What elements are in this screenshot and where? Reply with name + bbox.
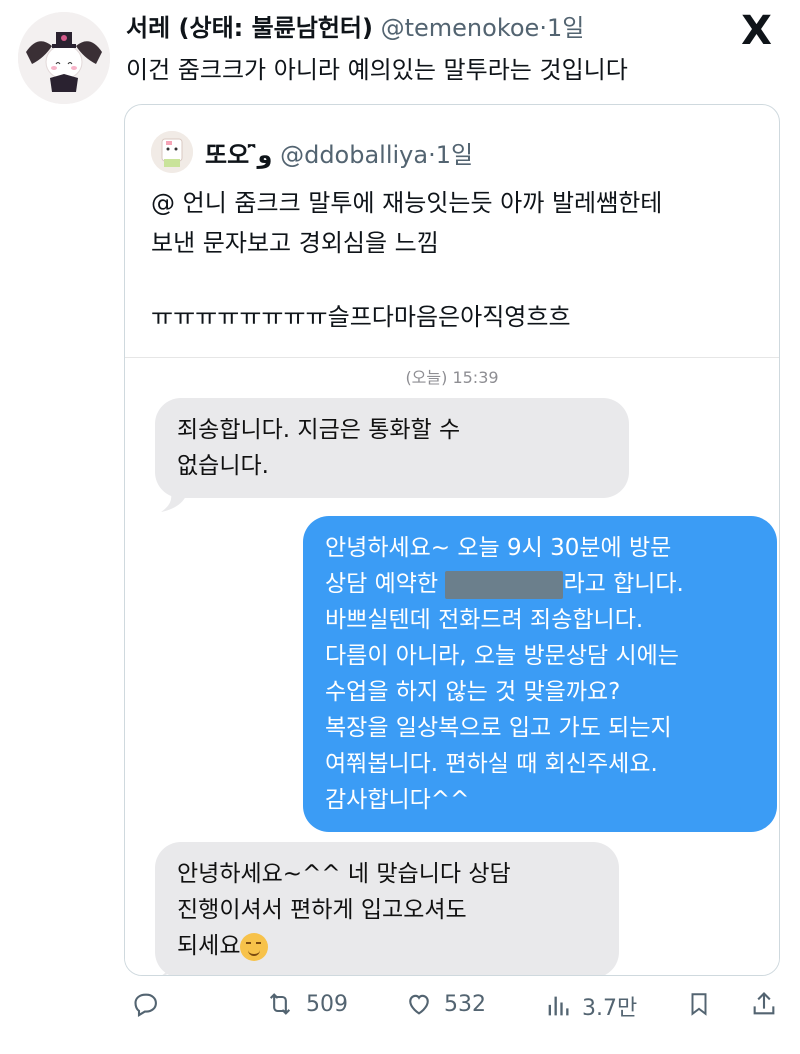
share-icon [753, 992, 775, 1015]
redacted-name [445, 570, 564, 599]
message-text: 라고 합니다. [563, 571, 684, 597]
message-line: 바쁘실텐데 전화드려 죄송합니다. [325, 607, 644, 633]
retweet-button[interactable]: 509 [264, 990, 348, 1018]
quoted-line: ㅠㅠㅠㅠㅠㅠㅠㅠ슬프다마음은아직영흐흐 [151, 303, 571, 331]
message-line: 죄송합니다. 지금은 통화할 수 [177, 417, 461, 443]
x-logo-icon[interactable]: X [741, 8, 772, 54]
quoted-separator: · [428, 141, 436, 169]
message-line: 진행이셔서 편하게 입고오셔도 [177, 897, 467, 923]
quoted-author-avatar[interactable] [151, 131, 193, 173]
like-icon [409, 994, 429, 1015]
like-button[interactable]: 532 [404, 990, 486, 1018]
message-line: 되세요 [177, 928, 597, 964]
message-line: 수업을 하지 않는 것 맞을까요? [325, 679, 621, 705]
author-avatar[interactable] [18, 12, 110, 104]
message-line: 안녕하세요~^^ 네 맞습니다 상담 [177, 861, 511, 887]
bubble-tail [725, 806, 751, 824]
sent-message-bubble: 안녕하세요~ 오늘 9시 30분에 방문 상담 예약한 라고 합니다. 바쁘실텐… [303, 516, 777, 832]
message-line: 복장을 일상복으로 입고 가도 되는지 [325, 715, 672, 741]
quoted-author-name[interactable]: 또오 ̑̈و [205, 141, 272, 169]
message-text: 상담 예약한 [325, 571, 439, 597]
bubble-tail [161, 494, 187, 512]
views-button[interactable]: 3.7만 [544, 990, 637, 1022]
quoted-time: 1일 [435, 141, 474, 169]
retweet-count: 509 [306, 991, 348, 1017]
reply-button[interactable] [132, 990, 160, 1018]
reply-icon [134, 993, 157, 1017]
tweet-header: 서레 (상태: 불륜남헌터) @temenokoe·1일 [126, 8, 730, 43]
message-timestamp: (오늘) 15:39 [405, 368, 499, 387]
views-icon [548, 996, 569, 1016]
message-line: 안녕하세요~ 오늘 9시 30분에 방문 [325, 535, 672, 561]
message-line: 다름이 아니라, 오늘 방문상담 시에는 [325, 643, 679, 669]
quoted-line: @ 언니 줌크크 말투에 재능잇는듯 아까 발레쌤한테 [151, 189, 663, 217]
tweet-actions: 509 532 3.7만 [0, 990, 800, 1040]
like-count: 532 [444, 991, 486, 1017]
bubble-tail [162, 958, 187, 975]
author-handle[interactable]: @temenokoe [381, 14, 540, 42]
message-text: 되세요 [177, 933, 241, 959]
quoted-author-handle[interactable]: @ddoballiya [280, 141, 428, 169]
author-name[interactable]: 서레 (상태: 불륜남헌터) [126, 14, 373, 42]
message-line: 여쭤봅니다. 편하실 때 회신주세요. [325, 751, 658, 777]
bookmark-button[interactable] [686, 990, 712, 1018]
quoted-line: 보낸 문자보고 경외심을 느낌 [151, 229, 439, 257]
share-button[interactable] [750, 990, 778, 1018]
message-line: 감사합니다^^ [325, 787, 470, 813]
bookmark-icon [691, 993, 707, 1016]
received-message-bubble: 죄송합니다. 지금은 통화할 수 없습니다. [155, 398, 629, 498]
message-screenshot-image[interactable]: (오늘) 15:39 죄송합니다. 지금은 통화할 수 없습니다. 안녕하세요~… [125, 357, 779, 975]
message-line: 상담 예약한 라고 합니다. [325, 566, 755, 602]
views-count: 3.7만 [582, 996, 638, 1021]
quoted-tweet[interactable]: 또오 ̑̈و @ddoballiya·1일 @ 언니 줌크크 말투에 재능잇는듯… [124, 104, 780, 976]
tweet-time[interactable]: 1일 [547, 14, 584, 42]
separator-dot: · [539, 14, 547, 42]
retweet-icon [269, 993, 291, 1015]
quoted-header: 또오 ̑̈و @ddoballiya·1일 [205, 135, 473, 170]
received-message-bubble: 안녕하세요~^^ 네 맞습니다 상담 진행이셔서 편하게 입고오셔도 되세요 [155, 842, 619, 975]
tweet-text: 이건 줌크크가 아니라 예의있는 말투라는 것입니다 [126, 56, 628, 84]
smiling-emoji-icon [240, 932, 269, 961]
message-line: 없습니다. [177, 453, 269, 479]
quoted-text: @ 언니 줌크크 말투에 재능잇는듯 아까 발레쌤한테 보낸 문자보고 경외심을… [151, 183, 761, 337]
